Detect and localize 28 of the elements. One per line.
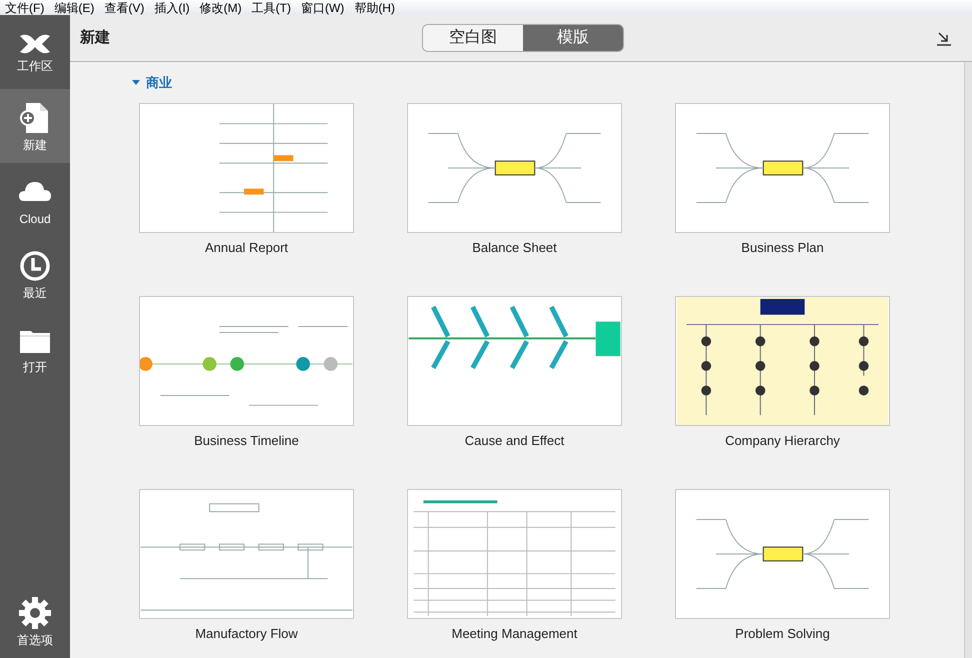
menu-item[interactable]: 窗口(W) — [296, 2, 350, 14]
template-name: Cause and Effect — [464, 432, 564, 450]
menu-item[interactable]: 修改(M) — [194, 2, 247, 14]
menu-item[interactable]: 插入(I) — [149, 2, 195, 14]
template-name: Annual Report — [204, 239, 288, 257]
x-logo-icon — [18, 32, 52, 56]
template-name: Manufactory Flow — [195, 625, 298, 643]
menu-item[interactable]: 编辑(E) — [49, 2, 100, 14]
export-icon[interactable] — [936, 30, 952, 46]
caret-icon — [132, 78, 140, 86]
template-name: Business Timeline — [194, 432, 299, 450]
settings-icon — [18, 596, 52, 630]
template-name: Problem Solving — [735, 625, 830, 643]
page-title: 新建 — [80, 28, 110, 48]
toggle-tab[interactable]: 空白图 — [423, 25, 523, 51]
clock-icon — [18, 249, 52, 283]
template-name: Meeting Management — [452, 625, 578, 643]
toggle-tab[interactable]: 模版 — [523, 25, 623, 51]
menu-item[interactable]: 查看(V) — [99, 2, 150, 14]
template-preview-drawing[interactable] — [675, 296, 890, 426]
menu-item[interactable]: 工具(T) — [246, 2, 296, 14]
category-toggle[interactable]: 商业 — [132, 74, 964, 90]
template-name: Business Plan — [741, 239, 824, 257]
sidebar-item[interactable]: 新建 — [0, 89, 70, 163]
template-name: Balance Sheet — [472, 239, 557, 257]
template-name: Company Hierarchy — [725, 432, 840, 450]
menu-item[interactable]: 文件(F) — [0, 2, 50, 14]
menu-item[interactable]: 帮助(H) — [349, 2, 400, 14]
